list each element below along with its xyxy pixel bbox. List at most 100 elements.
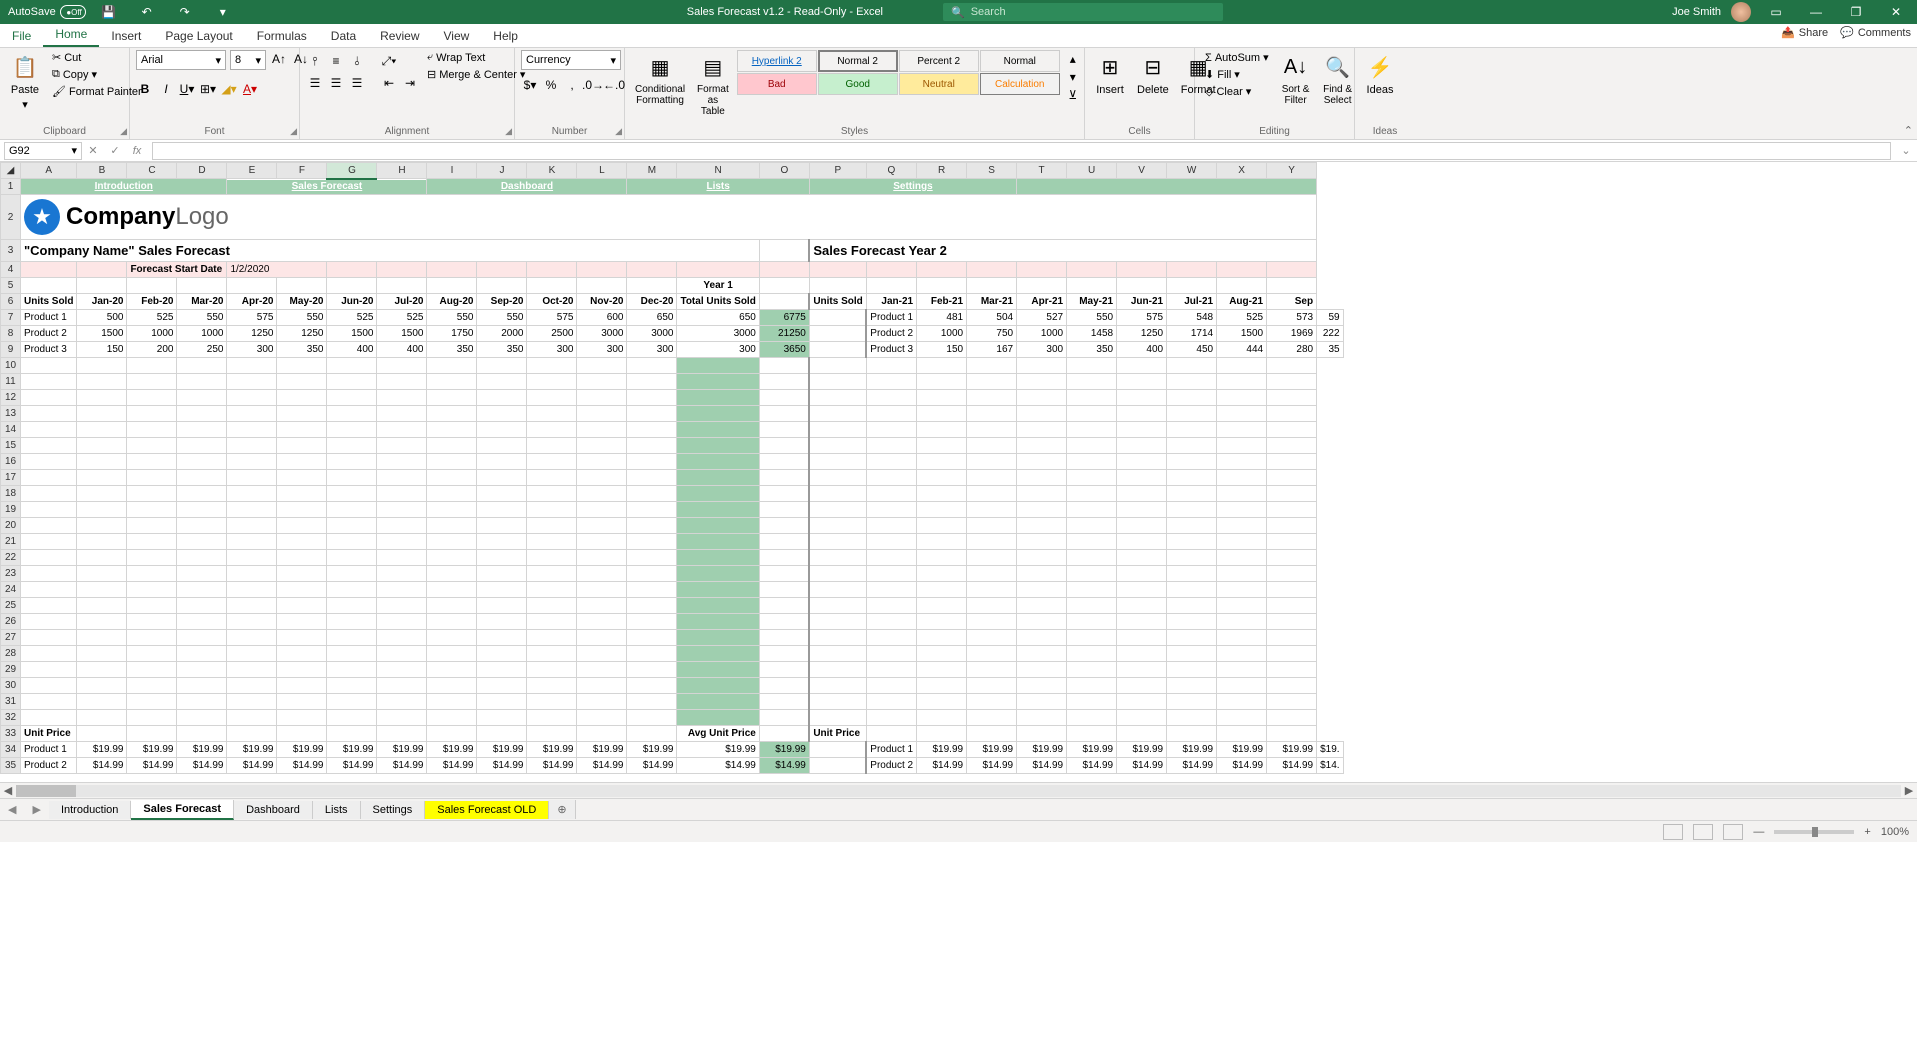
style-normal2[interactable]: Normal 2 [818,50,898,72]
fill-button[interactable]: ⬇ Fill ▾ [1201,67,1273,82]
cell[interactable] [1117,566,1167,582]
cell[interactable] [866,518,916,534]
cell[interactable] [677,486,759,502]
row-header-21[interactable]: 21 [1,534,21,550]
qat-more-icon[interactable]: ▾ [208,2,238,22]
cell[interactable] [377,614,427,630]
cell[interactable] [327,422,377,438]
column-header-G[interactable]: G [327,163,377,179]
units-sold-label-y2[interactable]: Units Sold [809,294,866,310]
cell[interactable] [866,566,916,582]
cell[interactable]: 750 [967,326,1017,342]
cell[interactable] [127,502,177,518]
cell[interactable] [527,278,577,294]
cell[interactable] [227,662,277,678]
cell[interactable]: $14. [1317,758,1343,774]
cell[interactable]: 600 [577,310,627,326]
cell[interactable]: $14.99 [527,758,577,774]
cell[interactable] [866,470,916,486]
cell[interactable] [577,534,627,550]
cell[interactable] [77,582,127,598]
cell[interactable] [1267,598,1317,614]
cell[interactable] [917,726,967,742]
cell[interactable] [1017,566,1067,582]
cell[interactable] [477,470,527,486]
cell[interactable] [277,710,327,726]
cell[interactable] [759,534,809,550]
cell[interactable] [327,406,377,422]
column-header-H[interactable]: H [377,163,427,179]
sheet-tab-introduction[interactable]: Introduction [49,801,131,819]
cell[interactable] [1217,710,1267,726]
cell[interactable] [1217,646,1267,662]
cell[interactable] [21,614,77,630]
cell[interactable] [1267,710,1317,726]
cell[interactable]: 548 [1167,310,1217,326]
cell[interactable] [1117,406,1167,422]
cell[interactable] [627,646,677,662]
cell[interactable] [809,342,866,358]
cell[interactable] [627,454,677,470]
merge-center-button[interactable]: ⊟ Merge & Center ▾ [423,67,529,82]
cell[interactable] [227,598,277,614]
cell[interactable] [1067,646,1117,662]
cell[interactable] [866,598,916,614]
cell[interactable] [809,614,866,630]
cell[interactable]: 300 [1017,342,1067,358]
cell[interactable] [21,646,77,662]
cell[interactable] [427,726,477,742]
orientation-icon[interactable]: ⤢▾ [380,52,398,70]
cell[interactable] [177,662,227,678]
cell[interactable] [277,678,327,694]
cell[interactable] [427,662,477,678]
cell[interactable] [866,438,916,454]
cell[interactable] [277,582,327,598]
cell[interactable]: $14.99 [227,758,277,774]
cell[interactable] [809,310,866,326]
column-header-F[interactable]: F [277,163,327,179]
find-select-button[interactable]: 🔍Find & Select [1319,50,1357,108]
cell[interactable] [759,374,809,390]
cell[interactable] [1067,406,1117,422]
cell[interactable]: 1250 [227,326,277,342]
format-as-table-button[interactable]: ▤ Format as Table [693,50,733,119]
month-Dec-20[interactable]: Dec-20 [627,294,677,310]
cell[interactable] [627,582,677,598]
row-header-15[interactable]: 15 [1,438,21,454]
cell[interactable] [577,694,627,710]
sheet-tab-sales-forecast-old[interactable]: Sales Forecast OLD [425,801,549,819]
cell[interactable] [477,678,527,694]
cell[interactable] [527,422,577,438]
cell[interactable] [917,262,967,278]
cell[interactable] [809,518,866,534]
save-icon[interactable]: 💾 [94,2,124,22]
cell[interactable] [427,566,477,582]
cell[interactable] [866,374,916,390]
cell[interactable]: 280 [1267,342,1317,358]
cell[interactable] [1017,358,1067,374]
sheet-tab-settings[interactable]: Settings [361,801,426,819]
cell[interactable]: 481 [917,310,967,326]
cell[interactable] [577,358,627,374]
cell[interactable] [1017,662,1067,678]
cell[interactable] [177,518,227,534]
cell[interactable] [1017,374,1067,390]
ribbon-display-icon[interactable]: ▭ [1761,2,1791,22]
cell[interactable] [759,646,809,662]
row-header-10[interactable]: 10 [1,358,21,374]
cell[interactable]: 1500 [1217,326,1267,342]
view-normal-icon[interactable] [1663,824,1683,840]
cell[interactable] [477,486,527,502]
cell[interactable] [677,694,759,710]
cell[interactable] [1017,518,1067,534]
style-bad[interactable]: Bad [737,73,817,95]
cell[interactable] [677,406,759,422]
cell[interactable] [809,566,866,582]
cell[interactable] [809,598,866,614]
cell[interactable] [127,390,177,406]
row-header-2[interactable]: 2 [1,195,21,240]
cell[interactable] [77,630,127,646]
cell[interactable] [477,534,527,550]
cell[interactable]: 21250 [759,326,809,342]
cell[interactable] [967,278,1017,294]
